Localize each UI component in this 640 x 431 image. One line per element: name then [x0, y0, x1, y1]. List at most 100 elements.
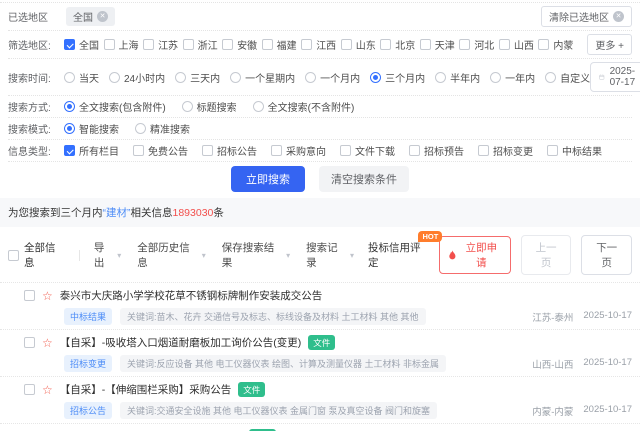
type-option-label: 所有栏目	[79, 143, 119, 158]
toolbar-menu-label: 搜索记录	[306, 240, 347, 270]
result-title[interactable]: 泰兴市大庆路小学学校花草不锈钢标牌制作安装成交公告	[60, 288, 323, 303]
mode-option-2[interactable]: 全文搜索(不含附件)	[253, 99, 355, 114]
clear-search-button[interactable]: 清空搜索条件	[319, 166, 409, 192]
radio-icon	[109, 72, 120, 83]
result-meta-right: 江苏-泰州2025-10-17	[522, 310, 632, 324]
region-option-12[interactable]: 内蒙	[538, 37, 573, 52]
type-option-6[interactable]: 招标变更	[478, 143, 533, 158]
toolbar-menu-0[interactable]: 导出▾	[94, 240, 121, 270]
time-option-6[interactable]: 半年内	[435, 70, 480, 85]
summary-middle: 相关信息	[131, 207, 173, 219]
result-keywords: 关键词:交通安全设施 其他 电工仪器仪表 金属门窗 泵及真空设备 阀门和旋塞	[120, 402, 437, 419]
region-option-3[interactable]: 浙江	[183, 37, 218, 52]
category-tag: 中标结果	[64, 308, 112, 325]
checkbox-icon	[420, 39, 431, 50]
radio-icon	[64, 123, 75, 134]
time-option-5[interactable]: 三个月内	[370, 70, 425, 85]
region-option-label: 山东	[356, 37, 376, 52]
radio-icon	[175, 72, 186, 83]
star-icon[interactable]: ☆	[42, 337, 53, 349]
toolbar-divider	[79, 250, 80, 261]
toolbar-menu-label: 全部历史信息	[137, 240, 198, 270]
type-option-2[interactable]: 招标公告	[202, 143, 257, 158]
checkbox-icon	[104, 39, 115, 50]
hot-badge: HOT	[418, 231, 442, 242]
region-option-6[interactable]: 江西	[301, 37, 336, 52]
checkbox-icon	[202, 145, 213, 156]
checkbox-icon	[222, 39, 233, 50]
type-option-0[interactable]: 所有栏目	[64, 143, 119, 158]
result-title[interactable]: 【自采】-吸收塔入口烟道耐磨板加工询价公告(变更)	[60, 335, 302, 350]
mode-option-label: 全文搜索(包含附件)	[79, 99, 166, 114]
time-option-1[interactable]: 24小时内	[109, 70, 165, 85]
type-option-7[interactable]: 中标结果	[547, 143, 602, 158]
region-option-10[interactable]: 河北	[459, 37, 494, 52]
region-option-1[interactable]: 上海	[104, 37, 139, 52]
clear-selected-regions-label: 清除已选地区	[549, 9, 609, 24]
time-option-2[interactable]: 三天内	[175, 70, 220, 85]
checkbox-icon	[183, 39, 194, 50]
time-option-label: 24小时内	[124, 70, 165, 85]
star-icon[interactable]: ☆	[42, 384, 53, 396]
smart-mode-row: 搜索模式: 智能搜索 精准搜索	[8, 118, 632, 140]
clear-selected-regions-button[interactable]: 清除已选地区 ✕	[541, 6, 632, 27]
result-title[interactable]: 【自采】-【伸缩围栏采购】采购公告	[60, 382, 232, 397]
prev-page-button[interactable]: 上一页	[521, 235, 572, 275]
time-option-7[interactable]: 一年内	[490, 70, 535, 85]
filter-panel: 已选地区 全国 ✕ 清除已选地区 ✕ 筛选地区: 全国上海江苏浙江安徽福建江西山…	[0, 2, 640, 198]
region-option-9[interactable]: 天津	[420, 37, 455, 52]
result-region: 内蒙-内蒙	[532, 404, 573, 418]
result-checkbox[interactable]	[24, 337, 35, 348]
region-option-0[interactable]: 全国	[64, 37, 99, 52]
search-button[interactable]: 立即搜索	[231, 166, 305, 192]
time-option-label: 一年内	[505, 70, 535, 85]
star-icon[interactable]: ☆	[42, 290, 53, 302]
toolbar-right: 投标信用评定 HOT 立即申请 上一页 下一页	[368, 235, 632, 275]
info-type-label: 信息类型:	[8, 143, 64, 158]
smart-mode-label: 搜索模式:	[8, 121, 64, 136]
region-option-4[interactable]: 安徽	[222, 37, 257, 52]
time-option-0[interactable]: 当天	[64, 70, 99, 85]
result-meta-right: 山西-山西2025-10-17	[522, 357, 632, 371]
type-option-4[interactable]: 文件下载	[340, 143, 395, 158]
search-mode-row: 搜索方式: 全文搜索(包含附件)标题搜索全文搜索(不含附件)	[8, 96, 632, 118]
checkbox-icon	[64, 39, 75, 50]
result-checkbox[interactable]	[24, 290, 35, 301]
category-tag: 招标公告	[64, 402, 112, 419]
apply-now-button[interactable]: 立即申请	[439, 236, 510, 274]
result-item: ☆泰兴市大庆路小学学校花草不锈钢标牌制作安装成交公告中标结果关键词:苗木、花卉 …	[0, 282, 640, 329]
remove-region-icon[interactable]: ✕	[97, 11, 108, 22]
summary-prefix: 为您搜索到三个月内	[8, 207, 103, 219]
region-option-7[interactable]: 山东	[341, 37, 376, 52]
summary-keyword: “建材”	[103, 207, 131, 219]
bid-rating-link[interactable]: 投标信用评定 HOT	[368, 240, 429, 270]
search-time-row: 搜索时间: 当天24小时内三天内一个星期内一个月内三个月内半年内一年内自定义 2…	[8, 59, 632, 96]
mode-option-0[interactable]: 全文搜索(包含附件)	[64, 99, 166, 114]
select-all-checkbox[interactable]: 全部信息	[8, 240, 65, 270]
region-option-5[interactable]: 福建	[262, 37, 297, 52]
region-option-2[interactable]: 江苏	[143, 37, 178, 52]
date-range-input[interactable]: 2025-07-17 至 2025-10-17	[590, 62, 640, 92]
type-option-3[interactable]: 采购意向	[271, 143, 326, 158]
mode-option-1[interactable]: 标题搜索	[182, 99, 237, 114]
toolbar-menu-1[interactable]: 全部历史信息▾	[137, 240, 205, 270]
toolbar-menu-3[interactable]: 搜索记录▾	[306, 240, 354, 270]
region-option-11[interactable]: 山西	[499, 37, 534, 52]
result-meta-row: 招标变更关键词:反应设备 其他 电工仪器仪表 绘图、计算及测量仪器 土工材料 非…	[24, 355, 632, 372]
smart-option-0[interactable]: 智能搜索	[64, 121, 119, 136]
smart-mode-options: 智能搜索 精准搜索	[64, 121, 190, 136]
type-option-1[interactable]: 免费公告	[133, 143, 188, 158]
result-checkbox[interactable]	[24, 384, 35, 395]
type-option-5[interactable]: 招标预告	[409, 143, 464, 158]
smart-option-1[interactable]: 精准搜索	[135, 121, 190, 136]
time-option-4[interactable]: 一个月内	[305, 70, 360, 85]
time-option-3[interactable]: 一个星期内	[230, 70, 295, 85]
region-option-8[interactable]: 北京	[380, 37, 415, 52]
mode-option-label: 全文搜索(不含附件)	[268, 99, 355, 114]
time-option-8[interactable]: 自定义	[545, 70, 590, 85]
toolbar-menu-2[interactable]: 保存搜索结果▾	[222, 240, 290, 270]
next-page-button[interactable]: 下一页	[581, 235, 632, 275]
more-regions-button[interactable]: 更多 +	[587, 34, 632, 55]
date-start[interactable]: 2025-07-17	[610, 66, 638, 88]
selected-region-tag[interactable]: 全国 ✕	[66, 7, 115, 26]
